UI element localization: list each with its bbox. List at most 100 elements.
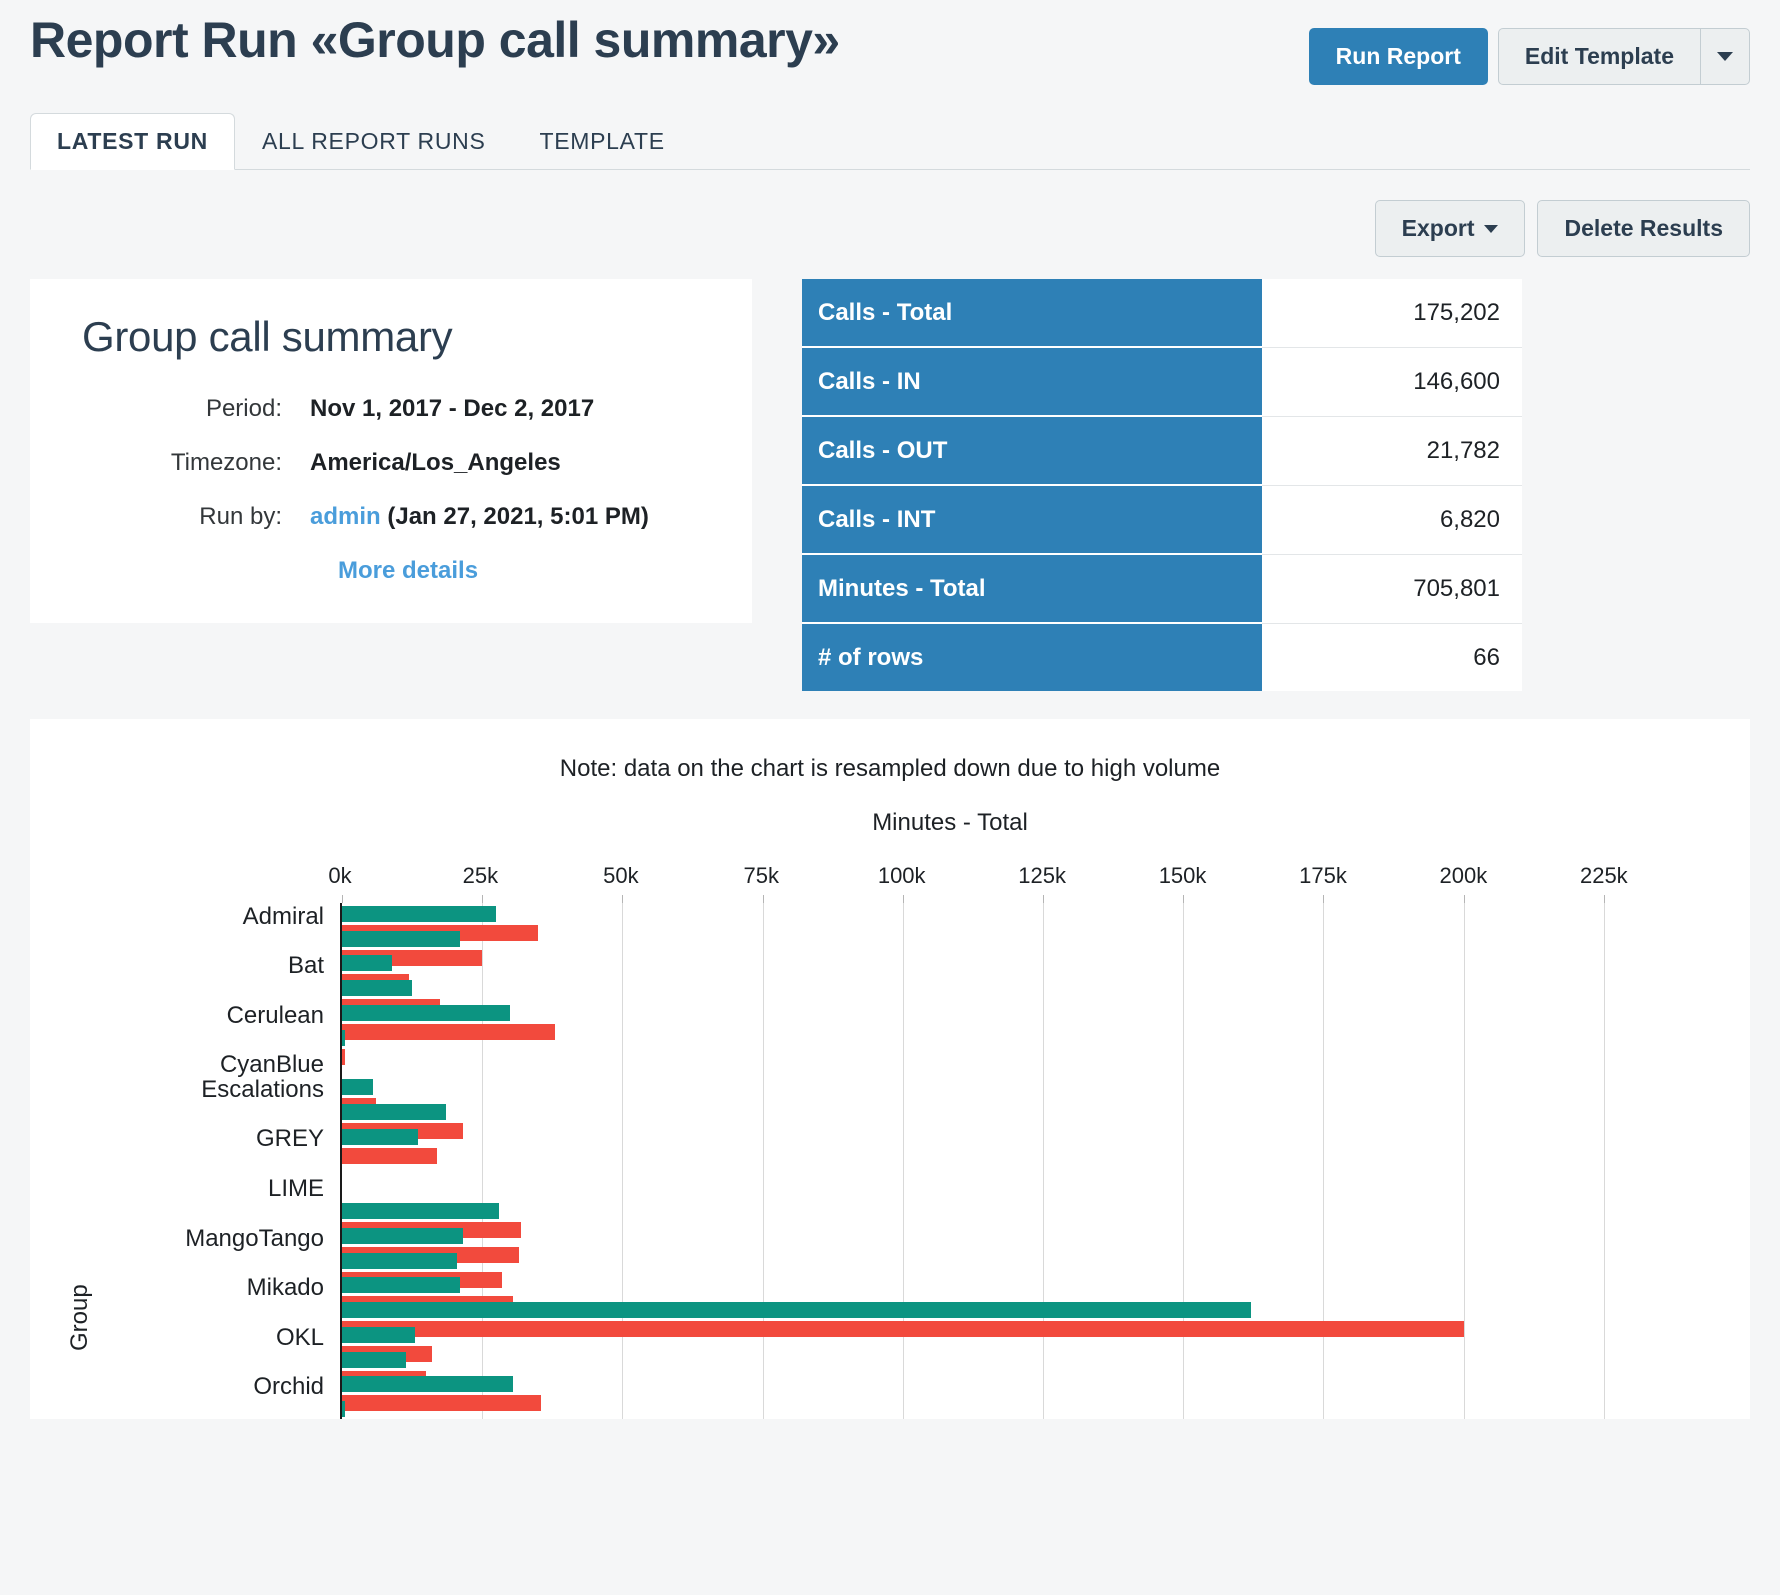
x-tickmark (1603, 895, 1605, 903)
x-axis-tick-labels: 0k 25k 50k 75k 100k 125k 150k 175k 200k 225k (328, 863, 1660, 903)
chart-panel: Note: data on the chart is resampled dow… (30, 719, 1750, 1419)
x-tick-label: 175k (1299, 863, 1347, 888)
edit-template-dropdown-toggle[interactable] (1700, 28, 1750, 85)
bar-teal (342, 1104, 446, 1121)
gridline (1183, 903, 1185, 1419)
gridline (1603, 903, 1605, 1419)
y-tick-label: MangoTango (185, 1224, 324, 1252)
x-tick-label: 150k (1158, 863, 1207, 888)
gridline (482, 903, 484, 1419)
summary-row: Group call summary Period: Nov 1, 2017 -… (0, 257, 1780, 691)
report-name: Group call summary (82, 313, 453, 360)
bar-teal (342, 1401, 346, 1418)
run-by-user-link[interactable]: admin (310, 503, 381, 530)
stat-value: 6,820 (1262, 486, 1522, 555)
stat-value: 21,782 (1262, 417, 1522, 486)
chart-plot: 0k 25k 50k 75k 100k 125k 150k 175k 200k 225k Admi… (185, 863, 1660, 1419)
run-report-button[interactable]: Run Report (1308, 28, 1488, 85)
bar-teal (342, 905, 497, 922)
y-axis-title: Group (66, 1284, 93, 1351)
chart-resample-note: Note: data on the chart is resampled dow… (559, 755, 1221, 782)
export-button[interactable]: Export (1374, 200, 1526, 257)
export-button-label: Export (1401, 215, 1475, 241)
stat-value: 66 (1262, 624, 1522, 691)
y-tick-label: Bat (287, 952, 324, 980)
table-row: # of rows 66 (802, 624, 1522, 691)
more-details-link[interactable]: More details (338, 557, 722, 585)
bar-teal (342, 1277, 460, 1294)
bar-teal (342, 1302, 1251, 1319)
x-tickmark (342, 895, 343, 903)
bar-teal (342, 980, 413, 997)
edit-template-button-group: Edit Template (1497, 28, 1750, 85)
gridline (1323, 903, 1325, 1419)
bar-red (342, 1321, 1464, 1338)
period-label: Period: (205, 395, 282, 422)
bar-teal (342, 1079, 373, 1096)
bar-teal (342, 1227, 463, 1244)
tab-all-report-runs[interactable]: ALL REPORT RUNS (235, 113, 513, 170)
bar-red (342, 1048, 346, 1065)
header-action-buttons: Run Report Edit Template (1308, 28, 1750, 85)
x-tickmark (1043, 895, 1045, 903)
gridline (622, 903, 624, 1419)
bar-teal (342, 930, 460, 947)
chart-plot-area: Admiral Bat Cerulean CyanBlue Escalations GRE… (185, 895, 1660, 1419)
x-tick-label: 75k (743, 863, 780, 888)
x-tickmark (1323, 895, 1325, 903)
tab-list: LATEST RUN ALL REPORT RUNS TEMPLATE (30, 107, 1750, 170)
table-row: Calls - IN 146,600 (802, 348, 1522, 417)
bar-teal (342, 1203, 500, 1220)
stat-key: Calls - Total (802, 279, 1262, 348)
x-tick-label: 50k (603, 863, 639, 888)
page-header: Report Run «Group call summary» Run Repo… (0, 0, 1780, 85)
bar-teal (342, 1326, 415, 1343)
x-tickmark (1463, 895, 1465, 903)
results-toolbar: Export Delete Results (0, 170, 1780, 257)
delete-results-button[interactable]: Delete Results (1537, 200, 1750, 257)
y-tick-label: Admiral (242, 902, 324, 930)
y-tick-label: Escalations (201, 1075, 324, 1103)
page-title: Report Run «Group call summary» (30, 12, 840, 68)
table-row: Minutes - Total 705,801 (802, 555, 1522, 624)
x-tickmark (762, 895, 764, 903)
x-tickmark (902, 895, 904, 903)
bar-red (342, 1147, 438, 1164)
stat-key: Calls - IN (802, 348, 1262, 417)
bar-teal (342, 1029, 346, 1046)
y-tick-label: Cerulean (226, 1001, 324, 1029)
stat-value: 175,202 (1262, 279, 1522, 348)
x-tick-label: 25k (462, 863, 499, 888)
chevron-down-icon (1484, 224, 1499, 233)
tabs-container: LATEST RUN ALL REPORT RUNS TEMPLATE (0, 85, 1780, 170)
bar-teal (342, 1128, 418, 1145)
timezone-value: America/Los_Angeles (310, 449, 561, 476)
y-tick-label: GREY (255, 1125, 324, 1153)
bar-teal (342, 1376, 514, 1393)
bar-red (342, 1024, 556, 1041)
y-tick-label: OKL (275, 1323, 324, 1351)
edit-template-button[interactable]: Edit Template (1497, 28, 1700, 85)
gridline (902, 903, 904, 1419)
x-tick-label: 100k (877, 863, 926, 888)
gridline (1043, 903, 1045, 1419)
run-by-label: Run by: (199, 503, 282, 530)
x-tick-label: 225k (1579, 863, 1628, 888)
y-tick-label: Mikado (246, 1274, 324, 1302)
tab-latest-run[interactable]: LATEST RUN (30, 113, 235, 170)
x-tickmark (482, 895, 484, 903)
stat-key: Minutes - Total (802, 555, 1262, 624)
summary-stats-table: Calls - Total 175,202 Calls - IN 146,600… (802, 279, 1522, 691)
stat-value: 705,801 (1262, 555, 1522, 624)
bar-teal (342, 1351, 407, 1368)
bar-teal (342, 955, 393, 972)
report-info-card: Group call summary Period: Nov 1, 2017 -… (30, 279, 752, 623)
bar-red (342, 1395, 542, 1412)
table-row: Calls - Total 175,202 (802, 279, 1522, 348)
info-row-timezone: Timezone: America/Los_Angeles (60, 449, 722, 477)
info-row-period: Period: Nov 1, 2017 - Dec 2, 2017 (60, 395, 722, 423)
chevron-down-icon (1717, 52, 1733, 61)
period-value: Nov 1, 2017 - Dec 2, 2017 (310, 395, 595, 422)
tab-template[interactable]: TEMPLATE (512, 113, 691, 170)
table-row: Calls - OUT 21,782 (802, 417, 1522, 486)
